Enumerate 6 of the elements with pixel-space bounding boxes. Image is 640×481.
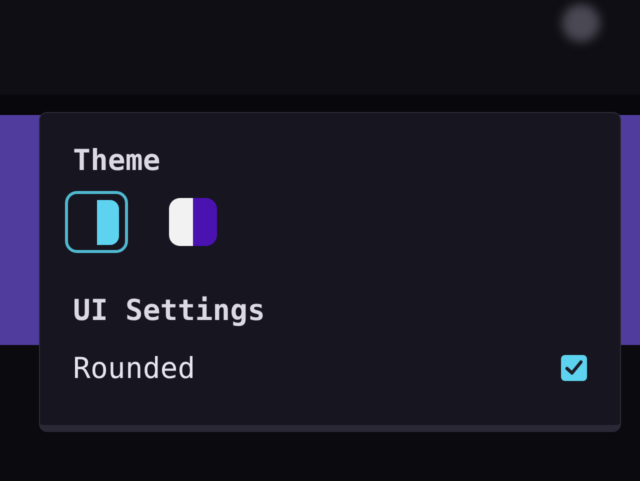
theme-option[interactable] [65,191,128,253]
base-half-icon [168,198,192,246]
checkbox[interactable] [561,355,587,381]
section-title: UI Settings [73,293,266,327]
section-title: Theme [73,143,162,177]
setting-label: Rounded [73,351,196,385]
